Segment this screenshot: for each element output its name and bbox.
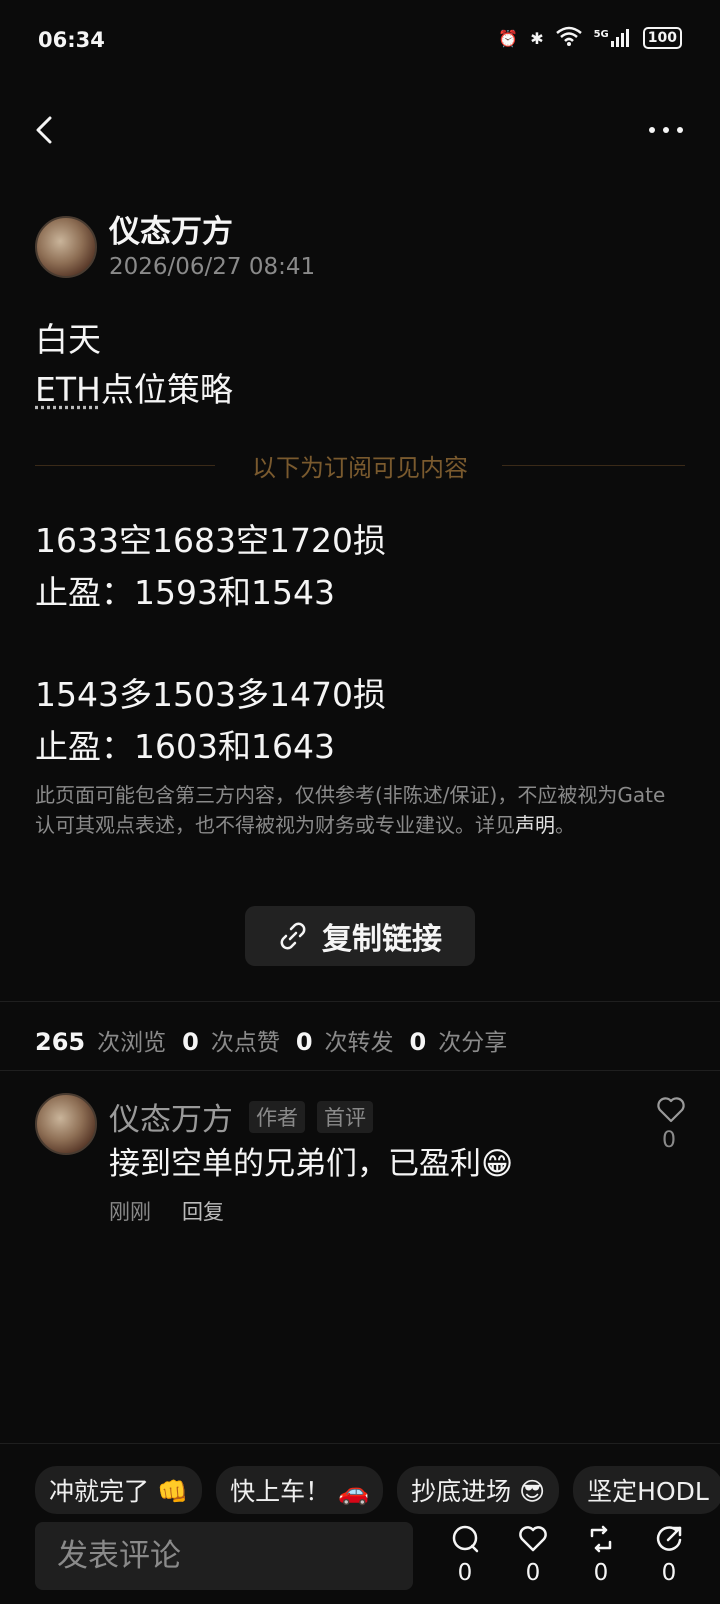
- status-time: 06:34: [38, 28, 105, 52]
- alarm-icon: ⏰: [498, 28, 519, 48]
- post-line-2-text: 点位策略: [100, 370, 233, 409]
- comment-reply-button[interactable]: 回复: [182, 1196, 224, 1226]
- disclaimer-end: 。: [555, 813, 575, 837]
- comment-text: 接到空单的兄弟们，已盈利😁: [109, 1146, 514, 1182]
- like-action-button[interactable]: 0: [509, 1524, 557, 1586]
- comment-author[interactable]: 仪态万方: [109, 1094, 233, 1139]
- comment-icon: [452, 1525, 479, 1553]
- long-take-profit-line: 止盈：1603和1643: [35, 727, 335, 766]
- comment-action-count: 0: [457, 1560, 473, 1586]
- disclaimer: 此页面可能包含第三方内容，仅供参考(非陈述/保证)，不应被视为Gate认可其观点…: [35, 780, 685, 840]
- heart-icon: [657, 1097, 685, 1123]
- signal-icon: 5G: [594, 29, 631, 47]
- views-count: 265: [35, 1028, 86, 1056]
- more-icon: [649, 127, 683, 133]
- post-line-2: ETH点位策略: [35, 363, 233, 411]
- copy-link-button[interactable]: 复制链接: [245, 906, 475, 966]
- link-icon: [280, 922, 306, 950]
- quick-replies: 冲就完了 👊 快上车！ 🚗 抄底进场 😎 坚定HODL: [35, 1466, 720, 1514]
- comment-time: 刚刚: [109, 1200, 151, 1224]
- comment-like-button[interactable]: [656, 1096, 686, 1124]
- status-icons: ⏰ ✱ 5G 100: [498, 26, 682, 50]
- author-name[interactable]: 仪态万方: [109, 206, 233, 251]
- shares-label: 次分享: [438, 1030, 508, 1056]
- quick-reply-chip[interactable]: 冲就完了 👊: [35, 1466, 203, 1514]
- copy-link-label: 复制链接: [322, 922, 442, 957]
- share-action-button[interactable]: 0: [645, 1524, 693, 1586]
- heart-icon: [519, 1526, 547, 1552]
- share-action-count: 0: [661, 1560, 677, 1586]
- short-entry-line: 1633空1683空1720损: [35, 521, 386, 560]
- comment-input[interactable]: [35, 1522, 413, 1590]
- likes-count: 0: [182, 1028, 199, 1056]
- repost-icon: [590, 1525, 612, 1553]
- stats-divider-bottom: [0, 1070, 720, 1071]
- comment-avatar[interactable]: [35, 1093, 97, 1155]
- stats-divider-top: [0, 1001, 720, 1002]
- reposts-count: 0: [295, 1028, 313, 1056]
- bluetooth-icon: ✱: [530, 28, 544, 48]
- repost-action-button[interactable]: 0: [577, 1524, 625, 1586]
- repost-action-count: 0: [593, 1560, 609, 1586]
- wifi-icon: [555, 26, 582, 50]
- author-tag: 作者: [249, 1101, 305, 1133]
- post-timestamp: 2026/06/27 08:41: [109, 254, 316, 280]
- long-entry-line: 1543多1503多1470损: [35, 675, 386, 714]
- like-action-count: 0: [525, 1560, 541, 1586]
- views-label: 次浏览: [97, 1030, 167, 1056]
- post-line-1: 白天: [35, 320, 101, 359]
- quick-reply-chip[interactable]: 坚定HODL: [573, 1466, 720, 1514]
- reposts-label: 次转发: [324, 1030, 394, 1056]
- likes-label: 次点赞: [210, 1030, 280, 1056]
- back-icon: [36, 116, 52, 144]
- network-type: 5G: [593, 29, 609, 40]
- battery-icon: 100: [642, 27, 682, 49]
- first-comment-tag: 首评: [317, 1101, 373, 1133]
- quick-reply-chip[interactable]: 快上车！ 🚗: [216, 1466, 384, 1514]
- more-button[interactable]: [644, 112, 688, 148]
- quick-reply-chip[interactable]: 抄底进场 😎: [397, 1466, 560, 1514]
- post-stats: 265 次浏览 0 次点赞 0 次转发 0 次分享: [35, 1023, 523, 1057]
- bottom-divider: [0, 1443, 720, 1444]
- back-button[interactable]: [30, 108, 66, 152]
- disclaimer-link[interactable]: 声明: [515, 813, 555, 837]
- comment-action-button[interactable]: 0: [441, 1524, 489, 1586]
- comment-like-count: 0: [662, 1128, 676, 1153]
- shares-count: 0: [409, 1028, 427, 1056]
- share-icon: [656, 1526, 682, 1551]
- divider-right: [502, 465, 685, 466]
- short-take-profit-line: 止盈：1593和1543: [35, 573, 335, 612]
- author-avatar[interactable]: [35, 216, 97, 278]
- eth-token-link[interactable]: ETH: [35, 370, 101, 409]
